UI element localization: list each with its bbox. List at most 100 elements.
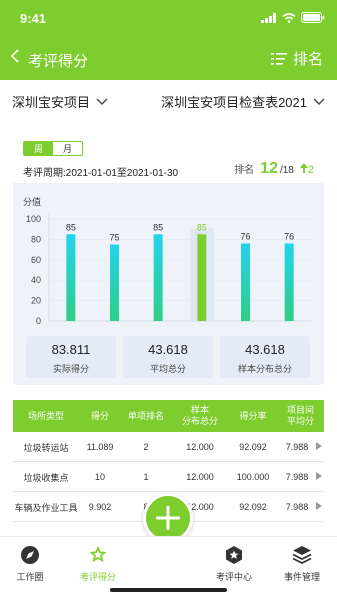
score-panel: 周 月 考评周期:2021-01-01至2021-01-30 排名 12 /18… xyxy=(13,133,324,385)
ranking-list-icon xyxy=(270,52,287,65)
bar xyxy=(197,234,207,321)
tab-work-circle[interactable]: 工作圈 xyxy=(0,537,60,598)
bar xyxy=(66,234,76,321)
bar-value-label: 85 xyxy=(197,222,207,232)
bar-value-label: 76 xyxy=(284,231,294,241)
row-expand-arrow-icon[interactable] xyxy=(316,502,322,510)
y-tick-label: 40 xyxy=(31,275,41,285)
bar-value-label: 76 xyxy=(240,231,250,241)
stat-card-average: 43.618 平均总分 xyxy=(123,336,213,378)
table-cell: 100.000 xyxy=(236,472,270,482)
battery-icon xyxy=(301,12,325,23)
chart-svg: 分值 0 20 40 60 80 100 85 75 85 85 76 76 xyxy=(23,196,311,326)
project-selector-value: 深圳宝安项目 xyxy=(12,95,91,110)
table-cell: 12.000 xyxy=(186,472,214,482)
bar xyxy=(153,234,163,321)
tab-event-management[interactable]: 事件管理 xyxy=(272,537,332,598)
table-header: 场所类型 得分 单项排名 样本 分布总分 得分率 项目间 平均分 xyxy=(13,400,324,432)
table-cell: 92.092 xyxy=(239,502,267,512)
ranking-button[interactable]: 排名 xyxy=(270,48,323,69)
stat-value: 83.811 xyxy=(51,342,91,357)
table-header-cell: 场所类型 xyxy=(27,410,64,421)
y-tick-label: 100 xyxy=(26,214,41,224)
tab-month[interactable]: 月 xyxy=(53,142,82,155)
rank-change-value: 2 xyxy=(307,164,314,176)
table-cell: 7.988 xyxy=(285,502,309,512)
chevron-down-icon xyxy=(313,98,325,105)
ranking-label: 排名 xyxy=(292,51,323,68)
row-expand-arrow-icon[interactable] xyxy=(316,472,322,480)
arrow-up-icon xyxy=(299,163,308,173)
stat-value: 43.618 xyxy=(245,342,285,357)
status-time: 9:41 xyxy=(20,11,47,26)
y-tick-label: 80 xyxy=(31,234,41,244)
bar-value-label: 85 xyxy=(153,222,163,232)
tab-label: 考评得分 xyxy=(79,572,116,582)
y-tick-label: 0 xyxy=(36,316,41,326)
rank-info: 排名 12 /18 2 xyxy=(234,160,314,178)
table-header-cell: 单项排名 xyxy=(127,410,164,421)
y-tick-label: 60 xyxy=(31,255,41,265)
y-tick-label: 20 xyxy=(31,296,41,306)
stat-label: 平均总分 xyxy=(149,364,186,374)
table-cell: 92.092 xyxy=(239,442,267,452)
table-cell: 垃圾转运站 xyxy=(23,442,69,453)
back-button[interactable] xyxy=(10,48,20,67)
tab-week[interactable]: 周 xyxy=(24,142,53,155)
rank-total: /18 xyxy=(279,165,294,176)
tab-label: 事件管理 xyxy=(283,572,320,582)
table-header-cell: 得分率 xyxy=(239,410,267,421)
app-header: 9:41 考评得分 排名 xyxy=(0,0,337,80)
plus-icon xyxy=(156,506,180,530)
tab-label: 工作圈 xyxy=(16,572,44,582)
bar xyxy=(110,244,119,321)
period-range: 考评周期:2021-01-01至2021-01-30 xyxy=(23,168,179,179)
stat-label: 样本分布总分 xyxy=(237,364,292,374)
period-header: 周 月 考评周期:2021-01-01至2021-01-30 排名 12 /18… xyxy=(13,133,324,183)
row-expand-arrow-icon[interactable] xyxy=(316,442,322,450)
home-indicator xyxy=(110,588,227,592)
tab-label: 考评中心 xyxy=(215,572,252,582)
chevron-left-icon xyxy=(10,49,19,63)
stat-value: 43.618 xyxy=(148,342,188,357)
stat-card-actual: 83.811 实际得分 xyxy=(26,336,116,378)
table-cell: 2 xyxy=(143,442,149,452)
table-cell: 11.089 xyxy=(86,442,114,452)
layers-icon xyxy=(292,546,312,565)
project-selector[interactable]: 深圳宝安项目 xyxy=(12,92,108,111)
rank-value: 12 xyxy=(260,160,278,177)
stat-card-sample: 43.618 样本分布总分 xyxy=(220,336,310,378)
bar-value-label: 85 xyxy=(66,222,76,232)
checklist-selector[interactable]: 深圳宝安项目检查表2021 xyxy=(161,92,325,111)
period-tabs: 周 月 xyxy=(23,141,83,156)
wifi-icon xyxy=(282,12,296,23)
star-badge-icon xyxy=(89,546,107,562)
table-cell: 垃圾收集点 xyxy=(23,472,69,483)
table-cell: 10 xyxy=(94,472,105,482)
table-header-cell: 项目间 平均分 xyxy=(286,405,314,426)
bar xyxy=(241,243,250,321)
compass-icon xyxy=(21,546,39,564)
filter-selectors: 深圳宝安项目 深圳宝安项目检查表2021 xyxy=(0,84,337,118)
checklist-selector-value: 深圳宝安项目检查表2021 xyxy=(161,95,307,110)
table-cell: 9.902 xyxy=(88,502,112,512)
rank-change: 2 xyxy=(299,163,314,176)
table-cell: 7.988 xyxy=(285,472,309,482)
nav-bar: 考评得分 排名 xyxy=(0,44,337,76)
table-cell: 车辆及作业工具 xyxy=(14,502,78,513)
table-cell: 1 xyxy=(143,472,149,482)
table-cell: 12.000 xyxy=(186,442,214,452)
table-header-cell: 得分 xyxy=(90,410,109,421)
bar-value-label: 75 xyxy=(109,233,119,243)
page-title: 考评得分 xyxy=(28,53,89,70)
bar xyxy=(284,243,294,321)
table-row[interactable]: 垃圾转运站 11.089 2 12.000 92.092 7.988 xyxy=(13,432,324,462)
table-cell: 7.988 xyxy=(285,442,309,452)
signal-icon xyxy=(261,12,276,23)
status-bar: 9:41 xyxy=(0,0,337,36)
y-axis-label: 分值 xyxy=(23,196,41,207)
table-header-cell: 样本 分布总分 xyxy=(181,405,218,426)
rank-prefix: 排名 xyxy=(234,165,255,176)
table-row[interactable]: 垃圾收集点 10 1 12.000 100.000 7.988 xyxy=(13,462,324,492)
star-hexagon-icon xyxy=(226,546,242,564)
